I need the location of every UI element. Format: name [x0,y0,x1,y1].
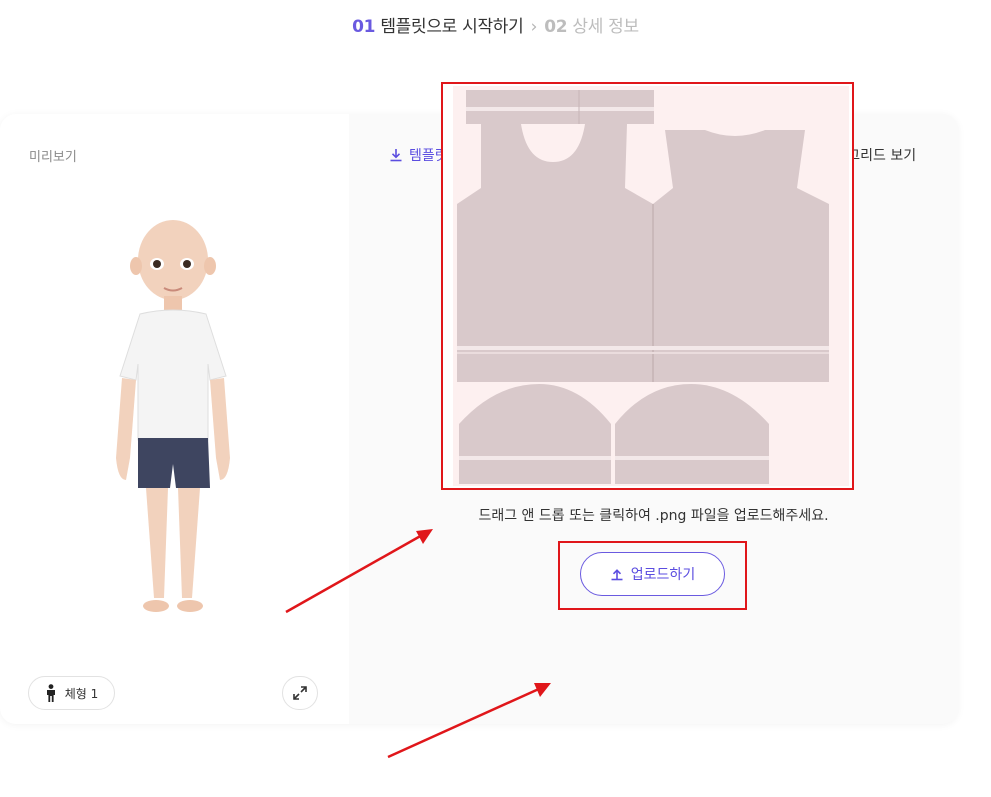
avatar-preview[interactable] [98,218,248,628]
step1-number: 01 [352,17,376,37]
person-icon [46,684,55,702]
preview-title: 미리보기 [29,150,77,165]
download-icon [390,149,402,162]
chevron-right-icon: › [530,17,538,37]
upload-icon [611,569,623,581]
upload-hint: 드래그 앤 드롭 또는 클릭하여 .png 파일을 업로드해주세요. [478,508,829,524]
step2-label: 상세 정보 [572,17,639,37]
body-type-label: 체형 1 [64,686,99,701]
expand-icon [293,686,307,700]
stepper: 01 템플릿으로 시작하기 › 02 상세 정보 [0,12,991,37]
upload-button[interactable]: 업로드하기 [580,552,725,596]
expand-button[interactable] [282,676,318,710]
template-drop-zone[interactable] [441,82,854,490]
step2-number: 02 [544,17,568,37]
uv-template-image [453,86,849,486]
step1-label: 템플릿으로 시작하기 [380,17,524,37]
upload-label: 업로드하기 [630,567,696,583]
preview-panel: 미리보기 체형 1 [0,114,349,724]
body-type-button[interactable]: 체형 1 [28,676,115,710]
